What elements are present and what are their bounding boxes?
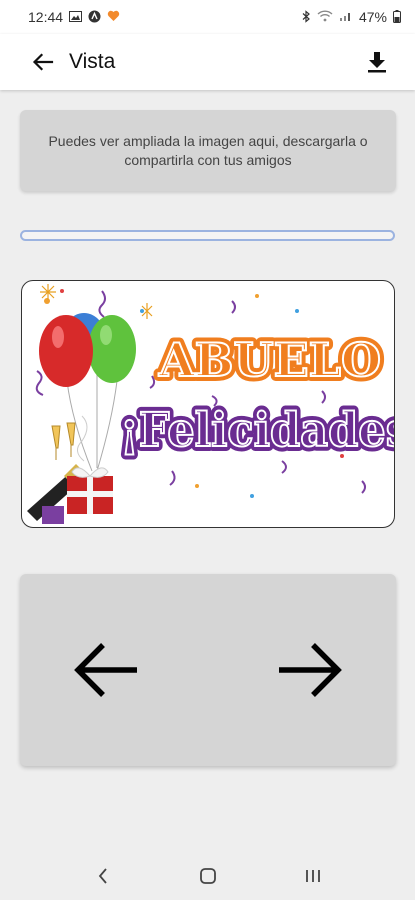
- status-time: 12:44: [28, 9, 64, 25]
- system-recents-button[interactable]: [293, 856, 333, 896]
- battery-percent: 47%: [358, 9, 387, 25]
- info-text: Puedes ver ampliada la imagen aqui, desc…: [48, 132, 368, 168]
- heart-icon: [107, 10, 120, 24]
- download-button[interactable]: [357, 42, 397, 82]
- back-button[interactable]: [21, 40, 65, 84]
- previous-button[interactable]: [70, 634, 142, 706]
- system-home-button[interactable]: [188, 856, 228, 896]
- arrow-right-icon: [279, 643, 342, 697]
- download-icon: [368, 52, 386, 73]
- bottle-and-gift-illustration: [27, 464, 113, 524]
- battery-icon: [393, 9, 401, 25]
- greeting-line-2: ¡Felicidades ¡Felicidades: [115, 398, 394, 463]
- app-icon: [88, 10, 101, 25]
- greeting-line-1: ABUELO ABUELO: [153, 328, 386, 392]
- arrow-left-icon: [74, 643, 137, 697]
- page-title: Vista: [69, 50, 116, 73]
- image-icon: [69, 10, 83, 24]
- next-button[interactable]: [274, 634, 346, 706]
- greeting-image[interactable]: ABUELO ABUELO ¡Felicidades ¡Felicidades: [21, 280, 395, 528]
- home-icon: [199, 868, 216, 884]
- download-progress-bar: [20, 230, 395, 241]
- info-card: Puedes ver ampliada la imagen aqui, desc…: [20, 110, 396, 191]
- arrow-left-icon: [32, 53, 54, 71]
- recents-icon: [305, 870, 320, 882]
- wifi-icon: [317, 10, 333, 24]
- back-icon: [98, 868, 107, 884]
- status-left: 12:44: [28, 9, 120, 25]
- system-navigation-bar: [0, 852, 415, 900]
- status-right: 47%: [301, 9, 401, 25]
- svg-text:¡Felicidades: ¡Felicidades: [120, 403, 394, 458]
- status-bar: 12:44 47%: [0, 0, 415, 34]
- app-bar: Vista: [0, 34, 415, 90]
- system-back-button[interactable]: [83, 856, 123, 896]
- bluetooth-icon: [301, 9, 311, 25]
- signal-icon: [339, 10, 353, 24]
- champagne-glasses-illustration: [51, 422, 76, 460]
- navigation-panel: [20, 574, 396, 766]
- svg-text:ABUELO: ABUELO: [158, 333, 381, 387]
